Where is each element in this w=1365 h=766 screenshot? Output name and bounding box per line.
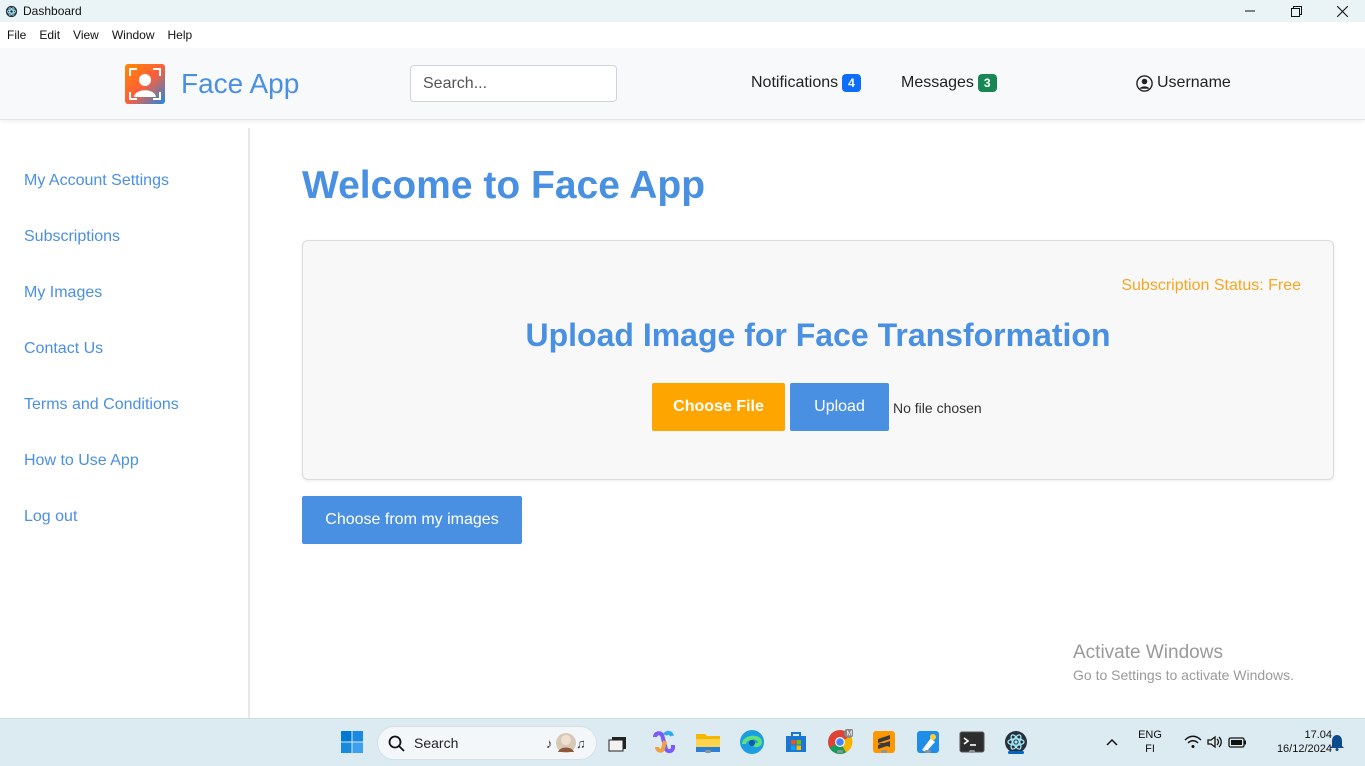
- windows-start-icon[interactable]: [339, 729, 365, 755]
- subscription-status: Subscription Status: Free: [1121, 277, 1301, 294]
- clock-date: 16/12/2024: [1276, 743, 1332, 755]
- menu-bar: File Edit View Window Help: [0, 22, 1365, 48]
- electron-app-icon: [4, 4, 18, 18]
- upload-title: Upload Image for Face Transformation: [525, 317, 1111, 353]
- choose-from-my-images-button[interactable]: Choose from my images: [302, 496, 522, 544]
- taskbar: Search ♪ ♫ M ENG FI 17.04 16/12/2024: [0, 718, 1365, 766]
- app-header: Face App Notifications 4 Messages 3 User…: [0, 48, 1365, 120]
- activate-windows-watermark: Activate Windows Go to Settings to activ…: [1073, 642, 1294, 683]
- copilot-icon[interactable]: [651, 729, 677, 755]
- window-titlebar: Dashboard: [0, 0, 1365, 22]
- minimize-button[interactable]: [1227, 0, 1273, 22]
- taskbar-search[interactable]: Search ♪ ♫: [377, 726, 597, 760]
- watermark-line1: Activate Windows: [1073, 642, 1223, 663]
- notifications-link[interactable]: Notifications 4: [751, 74, 861, 92]
- language-indicator[interactable]: ENG FI: [1134, 729, 1166, 755]
- sidebar-item-how-to-use[interactable]: How to Use App: [24, 452, 139, 470]
- svg-text:M: M: [847, 731, 853, 738]
- clock[interactable]: 17.04 16/12/2024: [1252, 729, 1332, 755]
- taskbar-search-label: Search: [414, 735, 459, 751]
- sidebar: My Account Settings Subscriptions My Ima…: [0, 128, 250, 718]
- messages-badge: 3: [977, 74, 997, 92]
- search-icon: [388, 735, 405, 752]
- sidebar-item-log-out[interactable]: Log out: [24, 508, 77, 526]
- chrome-browser-icon[interactable]: M: [827, 729, 853, 755]
- search-input[interactable]: [410, 65, 617, 102]
- upload-card: Subscription Status: Free Upload Image f…: [302, 240, 1334, 480]
- chevron-up-icon[interactable]: [1099, 729, 1125, 755]
- user-menu[interactable]: Username: [1136, 74, 1231, 92]
- file-status-text: No file chosen: [893, 400, 982, 416]
- menu-edit[interactable]: Edit: [39, 28, 60, 42]
- volume-icon: [1207, 735, 1222, 749]
- notifications-label: Notifications: [751, 74, 839, 91]
- sidebar-item-terms[interactable]: Terms and Conditions: [24, 396, 179, 414]
- restore-icon: [1290, 5, 1302, 17]
- restore-button[interactable]: [1273, 0, 1319, 22]
- clock-time: 17.04: [1304, 729, 1332, 741]
- microsoft-store-icon[interactable]: [783, 729, 809, 755]
- notification-bell-icon[interactable]: [1327, 729, 1347, 755]
- edge-browser-icon[interactable]: [739, 729, 765, 755]
- menu-help[interactable]: Help: [168, 28, 193, 42]
- electron-app-taskbar-icon[interactable]: [1003, 729, 1029, 755]
- choose-file-button[interactable]: Choose File: [652, 383, 785, 431]
- sidebar-item-contact-us[interactable]: Contact Us: [24, 340, 103, 358]
- battery-icon: [1228, 737, 1246, 748]
- menu-window[interactable]: Window: [112, 28, 155, 42]
- file-explorer-icon[interactable]: [695, 729, 721, 755]
- messages-label: Messages: [901, 74, 974, 91]
- terminal-icon[interactable]: [959, 729, 985, 755]
- notifications-badge: 4: [842, 74, 861, 92]
- window-title: Dashboard: [23, 4, 82, 18]
- sidebar-item-subscriptions[interactable]: Subscriptions: [24, 228, 120, 246]
- messages-link[interactable]: Messages 3: [901, 74, 997, 92]
- wifi-icon: [1184, 735, 1202, 748]
- sublime-text-icon[interactable]: [871, 729, 897, 755]
- language-code: ENG: [1138, 729, 1162, 741]
- menu-view[interactable]: View: [73, 28, 99, 42]
- menu-file[interactable]: File: [7, 28, 26, 42]
- page-title: Welcome to Face App: [302, 164, 706, 207]
- face-app-logo-icon[interactable]: [125, 64, 165, 104]
- username: Username: [1157, 74, 1231, 91]
- upload-button[interactable]: Upload: [790, 383, 889, 431]
- close-button[interactable]: [1319, 0, 1365, 22]
- brand-name[interactable]: Face App: [181, 68, 299, 100]
- search-highlight-icon: ♪ ♫: [546, 730, 586, 756]
- task-view-icon[interactable]: [605, 729, 631, 755]
- close-icon: [1336, 5, 1348, 17]
- region-code: FI: [1145, 743, 1155, 755]
- user-circle-icon: [1136, 74, 1153, 92]
- svg-text:♫: ♫: [576, 736, 586, 751]
- paint-app-icon[interactable]: [915, 729, 941, 755]
- watermark-line2: Go to Settings to activate Windows.: [1073, 667, 1294, 683]
- minimize-icon: [1245, 10, 1255, 12]
- sidebar-item-account-settings[interactable]: My Account Settings: [24, 172, 169, 190]
- svg-text:♪: ♪: [546, 736, 553, 751]
- sidebar-item-my-images[interactable]: My Images: [24, 284, 102, 302]
- system-tray-status[interactable]: [1176, 729, 1256, 755]
